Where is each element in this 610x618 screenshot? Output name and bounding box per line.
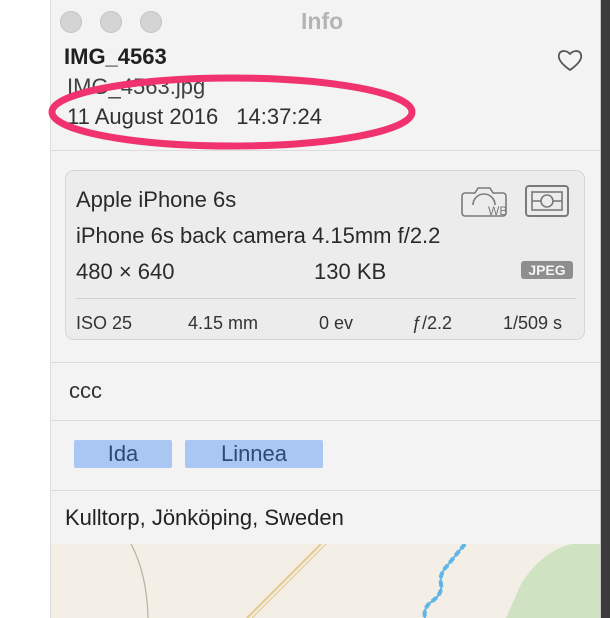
person-tag-linnea[interactable]: Linnea xyxy=(185,440,323,468)
exposure-bias: 0 ev xyxy=(319,313,354,333)
divider xyxy=(51,490,610,491)
metering-icon xyxy=(525,185,569,217)
divider xyxy=(51,362,610,363)
info-panel: Info IMG_4563 IMG_4563.jpg 11 August 201… xyxy=(48,0,610,618)
minimize-window-button[interactable] xyxy=(100,11,122,33)
window-title: Info xyxy=(301,8,344,34)
exif-card: Apple iPhone 6s iPhone 6s back camera 4.… xyxy=(65,170,585,340)
card-separator xyxy=(76,298,576,299)
lens-info: iPhone 6s back camera 4.15mm f/2.2 xyxy=(76,223,441,248)
divider xyxy=(51,420,610,421)
divider xyxy=(51,150,610,151)
focal-length: 4.15 mm xyxy=(188,313,259,333)
person-tag-ida[interactable]: Ida xyxy=(74,440,172,468)
window-edge xyxy=(600,0,610,618)
location-label[interactable]: Kulltorp, Jönköping, Sweden xyxy=(65,505,344,531)
file-size: 130 KB xyxy=(314,259,387,284)
annotation-ellipse xyxy=(48,74,416,150)
title-bar: Info xyxy=(51,0,610,44)
image-dimensions: 480 × 640 xyxy=(76,259,175,284)
zoom-window-button[interactable] xyxy=(140,11,162,33)
camera-wb-icon: WB xyxy=(461,187,507,218)
iso-value: ISO 25 xyxy=(76,313,133,333)
caption-field[interactable]: ccc xyxy=(69,378,102,404)
aperture-value: ƒ/2.2 xyxy=(412,313,453,333)
svg-text:WB: WB xyxy=(488,204,507,218)
shutter-speed: 1/509 s xyxy=(503,313,563,333)
location-map[interactable] xyxy=(51,544,601,618)
camera-model: Apple iPhone 6s xyxy=(76,187,237,212)
heart-icon[interactable] xyxy=(556,46,584,74)
close-window-button[interactable] xyxy=(60,11,82,33)
format-badge: JPEG xyxy=(521,261,573,279)
